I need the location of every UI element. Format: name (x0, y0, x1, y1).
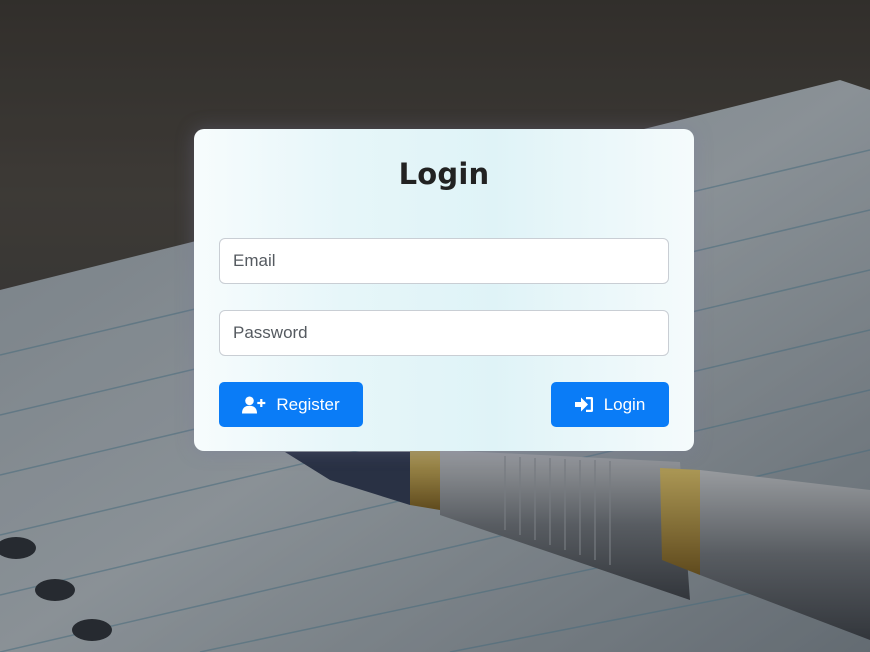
login-label: Login (603, 394, 646, 414)
email-field[interactable] (219, 238, 669, 284)
page-title: Login (398, 157, 490, 191)
register-label: Register (276, 394, 340, 414)
user-plus-icon (242, 396, 266, 414)
password-field[interactable] (219, 310, 669, 356)
login-card: Login Register Login (194, 129, 694, 451)
register-button[interactable]: Register (219, 382, 363, 427)
sign-in-icon (574, 396, 594, 413)
login-button[interactable]: Login (551, 382, 669, 427)
